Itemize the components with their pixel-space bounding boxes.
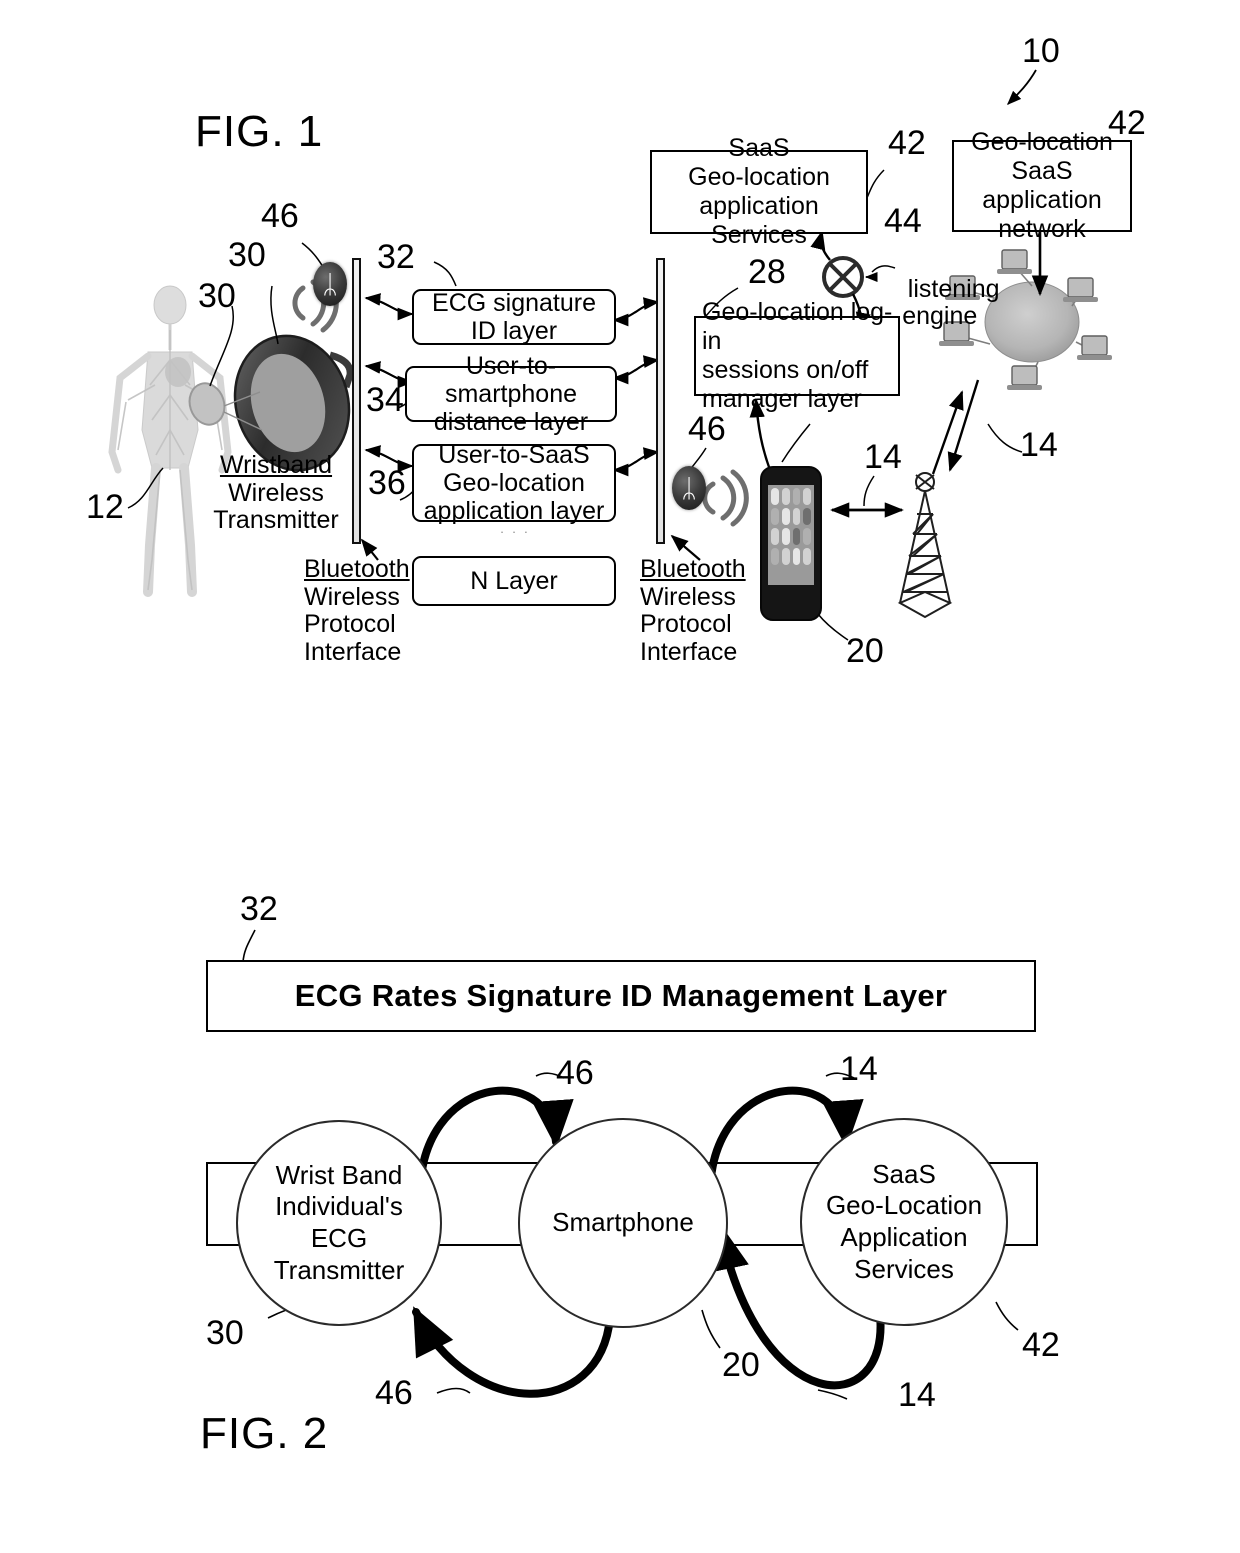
app-icon	[771, 488, 779, 505]
box-geolocation-login-sessions-manager-layer: Geo-location log-in sessions on/off mana…	[694, 298, 900, 413]
ref-30-b: 30	[198, 277, 236, 315]
box-user-to-smartphone-distance-layer: User-to-smartphone distance layer	[405, 352, 617, 436]
box-saas-services-text: SaaS Geo-location application Services	[688, 134, 830, 249]
listening-engine-label: listening engine	[880, 248, 1000, 358]
ref-14-phone: 14	[864, 438, 902, 476]
app-icon	[792, 488, 801, 505]
ref-46-left: 46	[261, 197, 299, 235]
fig2-ref-32: 32	[240, 890, 278, 928]
app-icon	[792, 508, 801, 525]
bluetooth-icon: ᛦ	[672, 466, 706, 510]
bluetooth-right-subtitle: Wireless Protocol Interface	[640, 582, 738, 666]
ref-34: 34	[366, 381, 404, 419]
app-icon	[803, 488, 811, 505]
fig1-title: FIG. 1	[195, 107, 324, 156]
ecg-rates-signature-banner: ECG Rates Signature ID Management Layer	[206, 960, 1036, 1032]
box-user-to-saas-geolocation-application-layer-text: User-to-SaaS Geo-location application la…	[423, 441, 605, 525]
fig2-ref-20: 20	[722, 1346, 760, 1384]
box-n-layer-text: N Layer	[470, 567, 558, 595]
cell-tower-illustration	[897, 472, 953, 619]
wristband-wireless-transmitter-label: Wristband Wireless Transmitter	[192, 451, 360, 535]
ref-20-phone: 20	[846, 632, 884, 670]
app-icon	[781, 548, 790, 565]
fig2-ref-46-top: 46	[556, 1054, 594, 1092]
ref-12: 12	[86, 488, 124, 526]
ref-46-right: 46	[688, 410, 726, 448]
ref-30-a: 30	[228, 236, 266, 274]
patent-drawing-sheet: FIG. 1 10 42 42 44 46 30 30 32 28 34 36 …	[0, 0, 1240, 1553]
node-smartphone: Smartphone	[518, 1118, 728, 1328]
app-icon	[803, 528, 811, 545]
node-saas-geolocation-application-services: SaaS Geo-Location Application Services	[800, 1118, 1008, 1326]
app-icon	[792, 528, 801, 545]
app-icon	[792, 548, 801, 565]
fig2-ref-14-top: 14	[840, 1050, 878, 1088]
fig2-ref-42: 42	[1022, 1326, 1060, 1364]
fig2-ref-30: 30	[206, 1314, 244, 1352]
smartphone-screen	[768, 485, 814, 585]
app-icon	[771, 508, 779, 525]
bluetooth-interface-label-left: Bluetooth Wireless Protocol Interface	[304, 555, 410, 666]
ref-32: 32	[377, 238, 415, 276]
fig2-ref-46-bottom: 46	[375, 1374, 413, 1412]
node-saas-text: SaaS Geo-Location Application Services	[825, 1158, 983, 1284]
fig2-ref-14-bottom: 14	[898, 1376, 936, 1414]
box-user-to-smartphone-distance-layer-text: User-to-smartphone distance layer	[433, 352, 589, 436]
app-icon	[771, 528, 779, 545]
bluetooth-right-title: Bluetooth	[640, 555, 746, 583]
app-icon	[781, 488, 790, 505]
bluetooth-icon: ᛦ	[313, 262, 347, 306]
ref-10: 10	[1022, 32, 1060, 70]
fig2-title: FIG. 2	[200, 1409, 329, 1458]
box-saas-geolocation-application-services: SaaS Geo-location application Services	[650, 134, 868, 249]
bluetooth-protocol-bar-right	[656, 258, 665, 544]
app-icon	[781, 528, 790, 545]
bluetooth-left-subtitle: Wireless Protocol Interface	[304, 582, 402, 666]
bluetooth-glyph: ᛦ	[322, 268, 338, 299]
listening-engine-icon	[822, 256, 864, 298]
wristband-title: Wristband	[219, 451, 333, 479]
node-smartphone-text: Smartphone	[552, 1207, 694, 1238]
ref-36: 36	[368, 464, 406, 502]
app-icon	[771, 548, 779, 565]
ref-44: 44	[884, 202, 922, 240]
bluetooth-left-title: Bluetooth	[304, 555, 410, 583]
app-icon	[803, 548, 811, 565]
listening-engine-text: listening engine	[902, 274, 1000, 330]
box-session-manager-text: Geo-location log-in sessions on/off mana…	[702, 298, 893, 413]
smartphone-illustration	[760, 466, 822, 621]
box-n-layer: N Layer	[412, 556, 616, 606]
box-geolocation-saas-application-network: Geo-location SaaS application network	[952, 128, 1132, 243]
ref-14-tower: 14	[1020, 426, 1058, 464]
box-ecg-signature-id-layer-text: ECG signature ID layer	[432, 289, 596, 345]
app-icon	[803, 508, 811, 525]
bluetooth-glyph: ᛦ	[681, 472, 697, 503]
wristband-subtitle: Wireless Transmitter	[213, 478, 339, 534]
layer-ellipsis: · · ·	[499, 524, 531, 539]
node-wristband-ecg-transmitter: Wrist Band Individual's ECG Transmitter	[236, 1120, 442, 1326]
bluetooth-interface-label-right: Bluetooth Wireless Protocol Interface	[640, 555, 746, 666]
box-user-to-saas-geolocation-application-layer: User-to-SaaS Geo-location application la…	[412, 441, 616, 525]
human-body-illustration	[108, 285, 232, 597]
box-ecg-signature-id-layer: ECG signature ID layer	[412, 289, 616, 345]
app-icon	[781, 508, 790, 525]
ref-42-services: 42	[888, 124, 926, 162]
wireless-waves-right	[702, 469, 749, 527]
ecg-rates-signature-banner-text: ECG Rates Signature ID Management Layer	[294, 978, 948, 1013]
node-wristband-text: Wrist Band Individual's ECG Transmitter	[273, 1159, 405, 1285]
ref-28: 28	[748, 253, 786, 291]
box-geo-network-text: Geo-location SaaS application network	[971, 128, 1113, 243]
